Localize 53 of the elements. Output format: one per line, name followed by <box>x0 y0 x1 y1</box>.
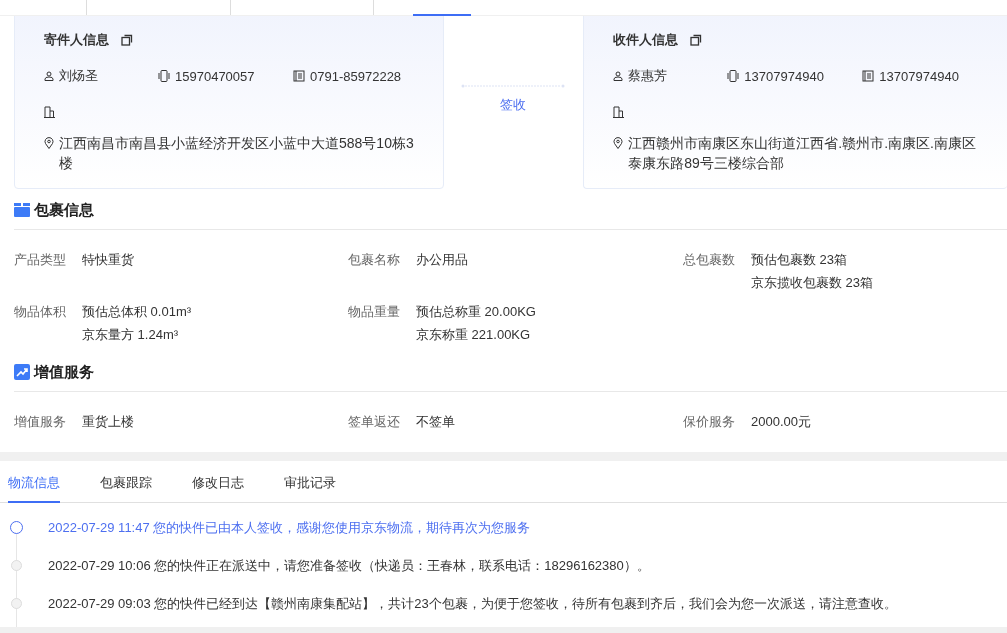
field-value: 京东量方 1.24m³ <box>82 326 180 344</box>
field-value: 特快重货 <box>82 251 134 269</box>
field-value: 重货上楼 <box>82 413 134 431</box>
section-title: 包裹信息 <box>34 200 94 220</box>
person-icon <box>613 71 624 81</box>
package-icon <box>14 203 30 217</box>
timeline-entry: 2022-07-29 10:06 您的快件正在派送中，请您准备签收（快递员：王春林，联系电话：18296162380）。 <box>48 557 650 575</box>
field-label: 物品重量 <box>348 303 401 321</box>
field-label: 保价服务 <box>683 413 736 431</box>
mobile-number: 15970470057 <box>175 68 255 84</box>
address-text: 江西南昌市南昌县小蓝经济开发区小蓝中大道588号10栋3楼 <box>59 134 415 173</box>
field-value: 预估总体积 0.01m³ <box>82 303 192 321</box>
copy-icon[interactable] <box>121 34 133 46</box>
tab[interactable]: 包裹跟踪 <box>100 474 152 503</box>
field-value: 预估总称重 20.00KG <box>416 303 536 321</box>
mobile-number: 13707974940 <box>744 68 824 84</box>
field-label: 物品体积 <box>14 303 67 321</box>
building-icon <box>44 106 55 118</box>
person-icon <box>44 71 54 81</box>
field-label: 包裹名称 <box>348 251 401 269</box>
timeline-entry: 2022-07-29 09:03 您的快件已经到达【赣州南康集配站】，共计23个包裹，为便于您签收，待所有包裹到齐后，我们会为您一次派送，请注意查收。 <box>48 595 897 613</box>
field-label: 总包裹数 <box>683 251 736 269</box>
field-value: 预估包裹数 23箱 <box>751 251 849 269</box>
tab[interactable]: 审批记录 <box>284 474 336 503</box>
mobile-phone-icon <box>158 70 170 82</box>
field-label: 产品类型 <box>14 251 67 269</box>
field-value: 2000.00元 <box>751 413 811 431</box>
section-title: 增值服务 <box>34 362 94 382</box>
timeline-entry: 2022-07-29 11:47 您的快件已由本人签收，感谢您使用京东物流，期待再次为您服务 <box>48 519 531 537</box>
location-pin-icon <box>613 137 624 149</box>
phone-number: 13707974940 <box>879 68 959 84</box>
card-title: 寄件人信息 <box>44 31 109 49</box>
location-pin-icon <box>44 137 54 149</box>
trend-chart-icon <box>14 364 30 380</box>
field-value: 京东称重 221.00KG <box>416 326 532 344</box>
mobile-phone-icon <box>727 70 740 82</box>
card-title: 收件人信息 <box>613 31 679 49</box>
phone-book-icon <box>293 70 305 82</box>
phone-book-icon <box>862 70 875 82</box>
tab[interactable]: 修改日志 <box>192 474 244 503</box>
field-value: 办公用品 <box>416 251 468 269</box>
field-label: 签单返还 <box>348 413 401 431</box>
building-icon <box>613 106 625 118</box>
route-status: 签收 <box>500 96 527 114</box>
contact-name: 蔡惠芳 <box>628 67 668 85</box>
contact-name: 刘炀圣 <box>59 67 98 85</box>
phone-number: 0791-85972228 <box>310 68 402 84</box>
tab[interactable]: 物流信息 <box>8 474 60 503</box>
address-text: 江西赣州市南康区东山街道江西省.赣州市.南康区.南康区泰康东路89号三楼综合部 <box>628 134 977 173</box>
field-value: 京东揽收包裹数 23箱 <box>751 274 874 292</box>
field-value: 不签单 <box>416 413 455 431</box>
copy-icon[interactable] <box>690 34 703 46</box>
field-label: 增值服务 <box>14 413 67 431</box>
